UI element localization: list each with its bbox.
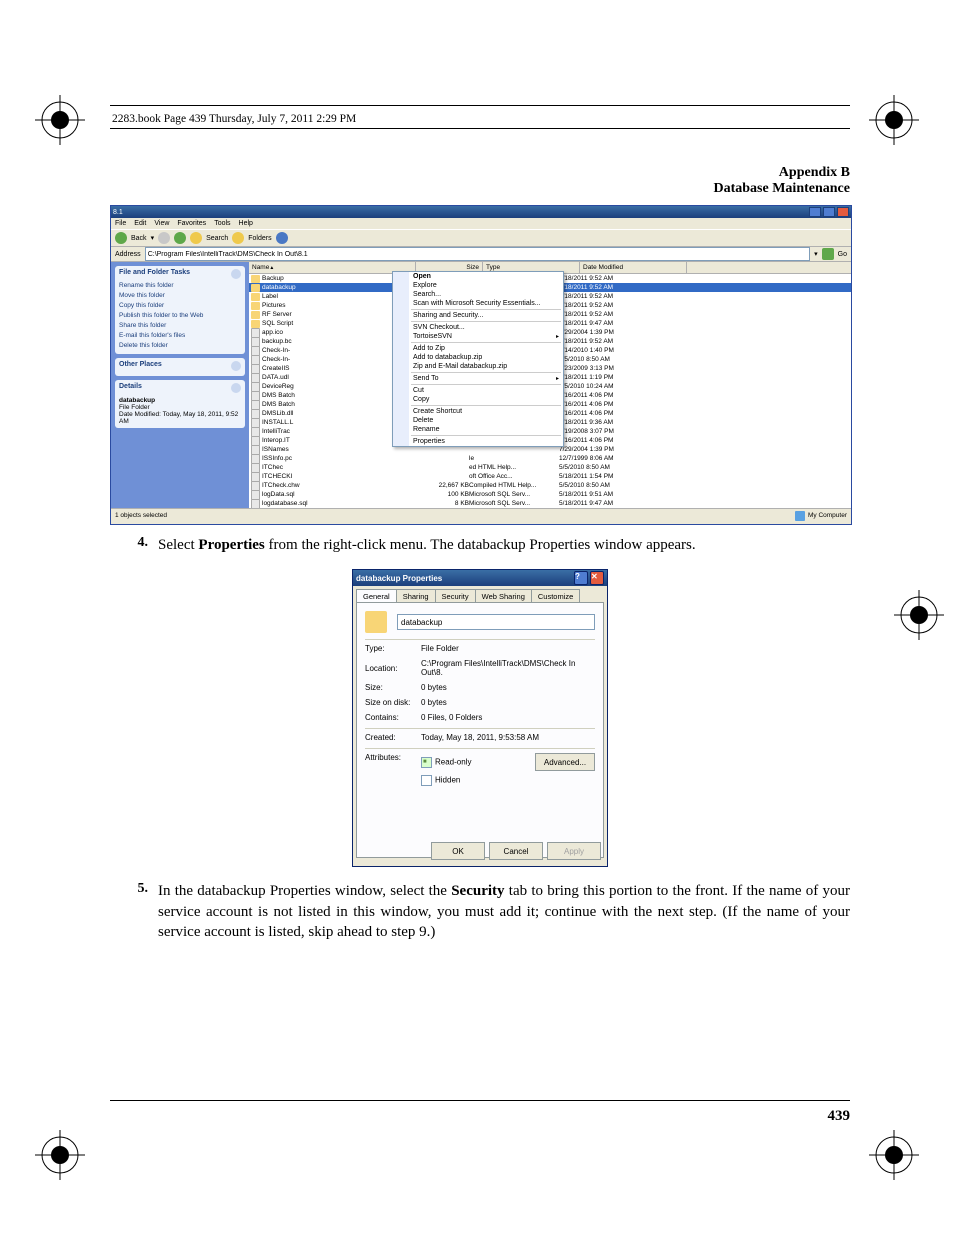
apply-button: Apply [547,842,601,860]
move-folder-link[interactable]: Move this folder [119,291,241,301]
ok-button[interactable]: OK [431,842,485,860]
ctx-delete[interactable]: Delete [393,416,563,425]
ctx-open[interactable]: Open [393,272,563,281]
ctx-add-to[interactable]: Add to databackup.zip [393,353,563,362]
ctx-send-to[interactable]: Send To [393,374,563,383]
ctx-tortoisesvn[interactable]: TortoiseSVN [393,332,563,341]
rename-folder-link[interactable]: Rename this folder [119,281,241,291]
window-title: 8.1 [113,209,123,216]
tab-security[interactable]: Security [435,589,476,602]
go-button[interactable] [822,248,834,260]
step-text: In the databackup Properties window, sel… [158,881,850,942]
column-name[interactable]: Name ▲ [249,262,416,273]
up-icon[interactable] [174,232,186,244]
forward-icon [158,232,170,244]
status-left: 1 objects selected [115,512,167,519]
crop-mark-bl [35,1130,85,1180]
expand-icon[interactable] [231,361,241,371]
address-label: Address [115,251,141,258]
copy-folder-link[interactable]: Copy this folder [119,301,241,311]
page-number: 439 [828,1108,851,1125]
ctx-properties[interactable]: Properties [393,437,563,446]
other-places-panel[interactable]: Other Places [115,358,245,376]
crop-mark-tr [869,95,919,145]
ctx-add-zip[interactable]: Add to Zip [393,344,563,353]
ctx-svn-checkout[interactable]: SVN Checkout... [393,323,563,332]
ctx-search[interactable]: Search... [393,290,563,299]
ctx-explore[interactable]: Explore [393,281,563,290]
step-number: 4. [110,535,148,555]
delete-folder-link[interactable]: Delete this folder [119,341,241,351]
status-right: My Computer [808,512,847,519]
publish-folder-link[interactable]: Publish this folder to the Web [119,311,241,321]
properties-dialog: databackup Properties ? ✕ General Sharin… [352,569,608,867]
address-input[interactable] [145,247,810,261]
tab-customize[interactable]: Customize [531,589,580,602]
email-files-link[interactable]: E-mail this folder's files [119,331,241,341]
share-folder-link[interactable]: Share this folder [119,321,241,331]
ctx-rename[interactable]: Rename [393,425,563,434]
ctx-copy[interactable]: Copy [393,395,563,404]
step-number: 5. [110,881,148,942]
folder-icon [365,611,387,633]
appendix-label: Appendix B [110,165,850,181]
back-icon[interactable] [115,232,127,244]
book-meta: 2283.book Page 439 Thursday, July 7, 201… [110,110,850,128]
ctx-sharing[interactable]: Sharing and Security... [393,311,563,320]
crop-mark-tl [35,95,85,145]
ctx-create-shortcut[interactable]: Create Shortcut [393,407,563,416]
my-computer-icon [795,511,805,521]
ctx-cut[interactable]: Cut [393,386,563,395]
readonly-checkbox[interactable] [421,757,432,768]
collapse-icon[interactable] [231,269,241,279]
tab-general[interactable]: General [356,589,397,602]
tab-sharing[interactable]: Sharing [396,589,436,602]
menu-bar[interactable]: FileEditViewFavoritesToolsHelp [111,218,851,230]
step-text: Select Properties from the right-click m… [158,535,850,555]
ctx-scan[interactable]: Scan with Microsoft Security Essentials.… [393,299,563,308]
ctx-zip-email[interactable]: Zip and E-Mail databackup.zip [393,362,563,371]
context-menu[interactable]: Open Explore Search... Scan with Microso… [392,271,564,447]
details-panel: Details databackup File Folder Date Modi… [115,380,245,428]
crop-mark-br [869,1130,919,1180]
close-button[interactable]: ✕ [590,571,604,585]
maximize-button[interactable] [823,207,835,217]
crop-mark-right [894,590,944,640]
folders-icon[interactable] [232,232,244,244]
collapse-icon[interactable] [231,383,241,393]
close-button[interactable] [837,207,849,217]
explorer-window: 8.1 FileEditViewFavoritesToolsHelp Back … [110,205,852,525]
toolbar[interactable]: Back ▾ Search Folders [111,230,851,247]
chapter-title: Database Maintenance [110,181,850,197]
column-date[interactable]: Date Modified [580,262,687,273]
name-field[interactable] [397,614,595,630]
dialog-title: databackup Properties [356,574,442,583]
minimize-button[interactable] [809,207,821,217]
cancel-button[interactable]: Cancel [489,842,543,860]
advanced-button[interactable]: Advanced... [535,753,595,771]
hidden-checkbox[interactable] [421,775,432,786]
tab-web-sharing[interactable]: Web Sharing [475,589,532,602]
help-button[interactable]: ? [574,571,588,585]
views-icon[interactable] [276,232,288,244]
search-icon[interactable] [190,232,202,244]
file-folder-tasks-panel: File and Folder Tasks Rename this folder… [115,266,245,354]
